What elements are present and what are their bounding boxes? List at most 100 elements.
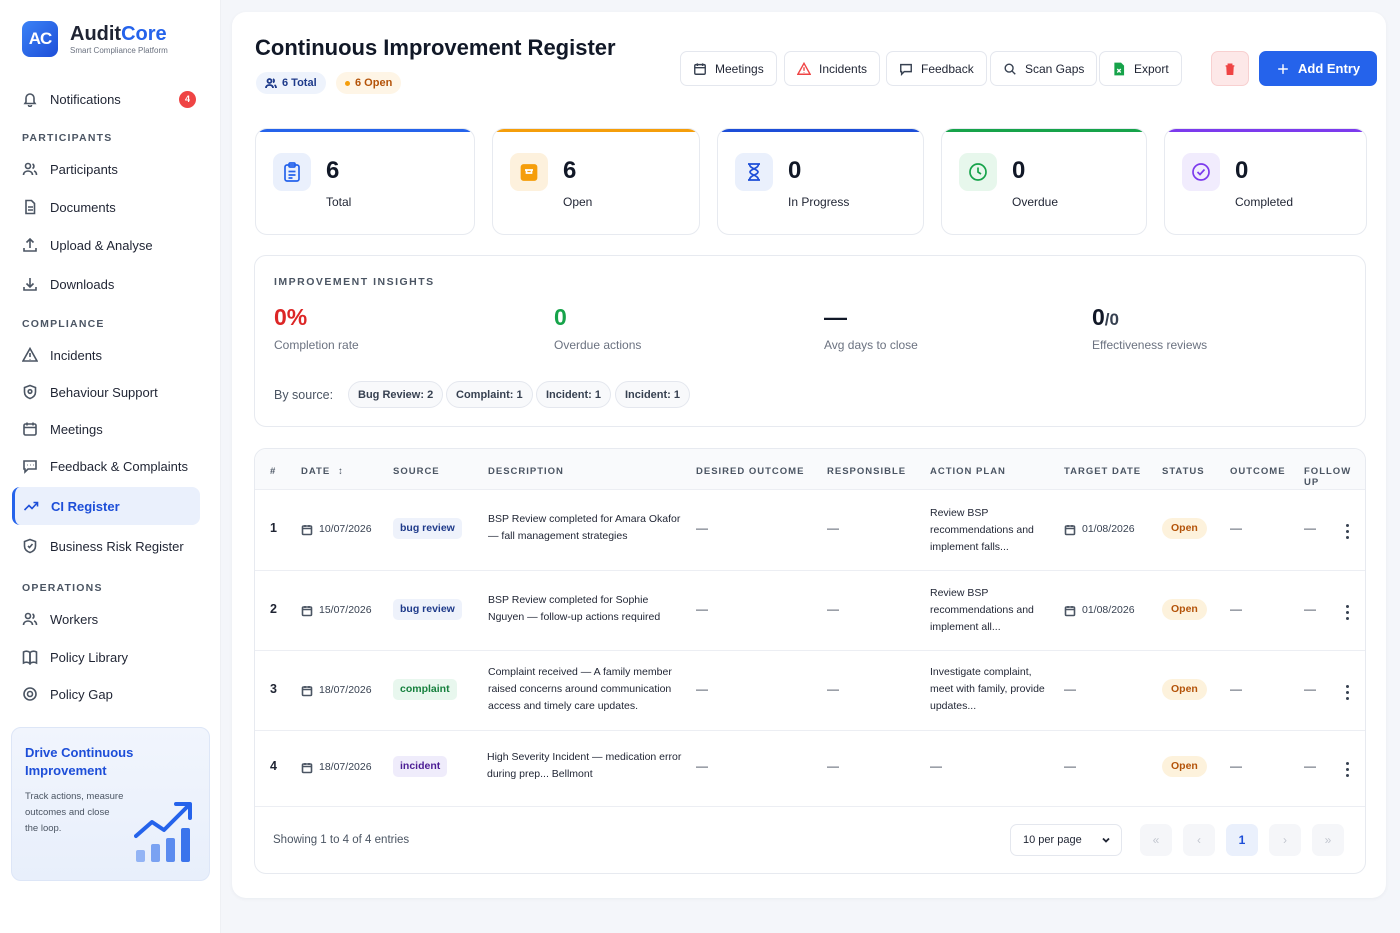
row-date: 10/07/2026 [301,521,372,538]
next-page-button[interactable]: › [1269,824,1301,856]
source-chip[interactable]: Incident: 1 [615,381,691,408]
status-badge: Open [1162,679,1207,700]
row-description: High Severity Incident — medication erro… [487,751,682,780]
incidents-button[interactable]: Incidents [784,51,881,86]
add-entry-button[interactable]: Add Entry [1259,51,1378,86]
card-accent [718,129,923,132]
row-target-date: 01/08/2026 [1064,602,1135,619]
col-target-date: TARGET DATE [1064,466,1142,477]
sidebar-item-behaviour-support[interactable]: Behaviour Support [12,374,200,410]
stat-value: 6 [326,157,340,184]
page-1-button[interactable]: 1 [1226,824,1258,856]
sidebar-item-ci-register[interactable]: CI Register [12,487,200,525]
calendar-icon [301,685,313,696]
source-chip[interactable]: Incident: 1 [536,381,612,408]
sidebar-item-incidents[interactable]: Incidents [12,337,200,373]
row-index: 3 [270,682,277,696]
prev-page-button[interactable]: ‹ [1183,824,1215,856]
warning-icon [797,61,811,75]
row-responsible: — [827,521,839,535]
source-chip[interactable]: Complaint: 1 [446,381,533,408]
target-icon [23,687,37,701]
users-icon [22,162,38,176]
source-badge: bug review [393,518,462,539]
sidebar-item-policy-library[interactable]: Policy Library [12,639,200,675]
sidebar-item-workers[interactable]: Workers [12,601,200,637]
plus-icon [1278,63,1288,74]
scan-gaps-button[interactable]: Scan Gaps [990,51,1098,86]
row-action-plan: — [930,759,942,773]
export-button[interactable]: Export [1099,51,1182,86]
source-chip[interactable]: Bug Review: 2 [348,381,444,408]
row-menu-icon[interactable] [1345,522,1349,540]
row-outcome: — [1230,521,1242,535]
table-row[interactable]: 4 18/07/2026 incident High Severity Inci… [255,731,1365,807]
source-badge: complaint [393,679,457,700]
calendar-icon [23,422,37,436]
effectiveness-label: Effectiveness reviews [1092,338,1208,352]
notification-badge: 4 [179,90,196,108]
chat-icon [23,460,37,474]
sidebar-item-documents[interactable]: Documents [12,189,200,225]
sidebar-item-meetings[interactable]: Meetings [12,411,200,447]
insights-title: IMPROVEMENT INSIGHTS [274,276,435,288]
check-circle-icon [1182,153,1220,191]
col-outcome: OUTCOME [1230,466,1286,477]
row-target-date: — [1064,759,1076,773]
col-responsible: RESPONSIBLE [827,466,907,477]
warning-icon [22,347,38,362]
col-date[interactable]: DATE ↕ [301,466,344,477]
table-row[interactable]: 1 10/07/2026 bug review BSP Review compl… [255,490,1365,571]
col-action-plan: ACTION PLAN [930,466,1006,477]
sidebar-item-label: Business Risk Register [50,538,184,554]
card-accent [493,129,699,132]
by-source-label: By source: [274,388,334,402]
row-action-plan: Review BSP recommendations and implement… [930,507,1034,553]
sidebar-item-label: Policy Library [50,649,129,665]
row-follow-up: — [1304,521,1316,535]
row-menu-icon[interactable] [1345,683,1349,701]
feedback-button[interactable]: Feedback [886,51,987,86]
clock-icon [959,153,997,191]
chat-icon [900,63,912,76]
sidebar-item-upload-analyse[interactable]: Upload & Analyse [12,227,200,263]
brand-logo: AC [22,21,58,57]
brand[interactable]: AC AuditCore Smart Compliance Platform [22,21,168,57]
page-title: Continuous Improvement Register [255,35,616,60]
row-outcome: — [1230,682,1242,696]
row-follow-up: — [1304,682,1316,696]
first-page-button[interactable]: « [1140,824,1172,856]
sidebar-item-downloads[interactable]: Downloads [12,266,200,302]
stat-value: 0 [1235,157,1249,184]
source-badge: incident [393,756,448,777]
card-accent [1165,129,1366,132]
table-row[interactable]: 3 18/07/2026 complaint Complaint receive… [255,651,1365,731]
last-page-button[interactable]: » [1312,824,1344,856]
sidebar-item-notifications[interactable]: Notifications 4 [12,81,200,117]
promo-card: Drive Continuous Improvement Track actio… [11,727,210,881]
sidebar-item-label: Feedback & Complaints [50,458,189,474]
sidebar-item-policy-gap[interactable]: Policy Gap [12,676,200,712]
stat-card-open: 6 Open [492,128,700,235]
calendar-icon [1064,605,1076,616]
stat-label: Open [563,195,593,209]
sidebar-item-feedback-complaints[interactable]: Feedback & Complaints [12,448,200,484]
search-icon [1004,62,1016,75]
sidebar-item-business-risk-register[interactable]: Business Risk Register [12,528,200,564]
per-page-select[interactable]: 10 per page [1010,824,1122,856]
sidebar-item-label: Documents [50,199,116,215]
total-pill: 6 Total [256,72,326,94]
sidebar-item-participants[interactable]: Participants [12,151,200,187]
completion-rate-label: Completion rate [274,338,359,352]
row-target-date: 01/08/2026 [1064,521,1135,538]
table-row[interactable]: 2 15/07/2026 bug review BSP Review compl… [255,571,1365,651]
stat-label: In Progress [788,195,850,209]
meetings-button[interactable]: Meetings [680,51,777,86]
bell-icon [23,93,37,107]
stat-value: 0 [788,157,802,184]
delete-button[interactable] [1211,51,1249,86]
row-menu-icon[interactable] [1345,603,1349,621]
row-menu-icon[interactable] [1345,760,1349,778]
sort-icon[interactable]: ↕ [338,466,344,477]
sidebar: AC AuditCore Smart Compliance Platform N… [0,0,221,933]
